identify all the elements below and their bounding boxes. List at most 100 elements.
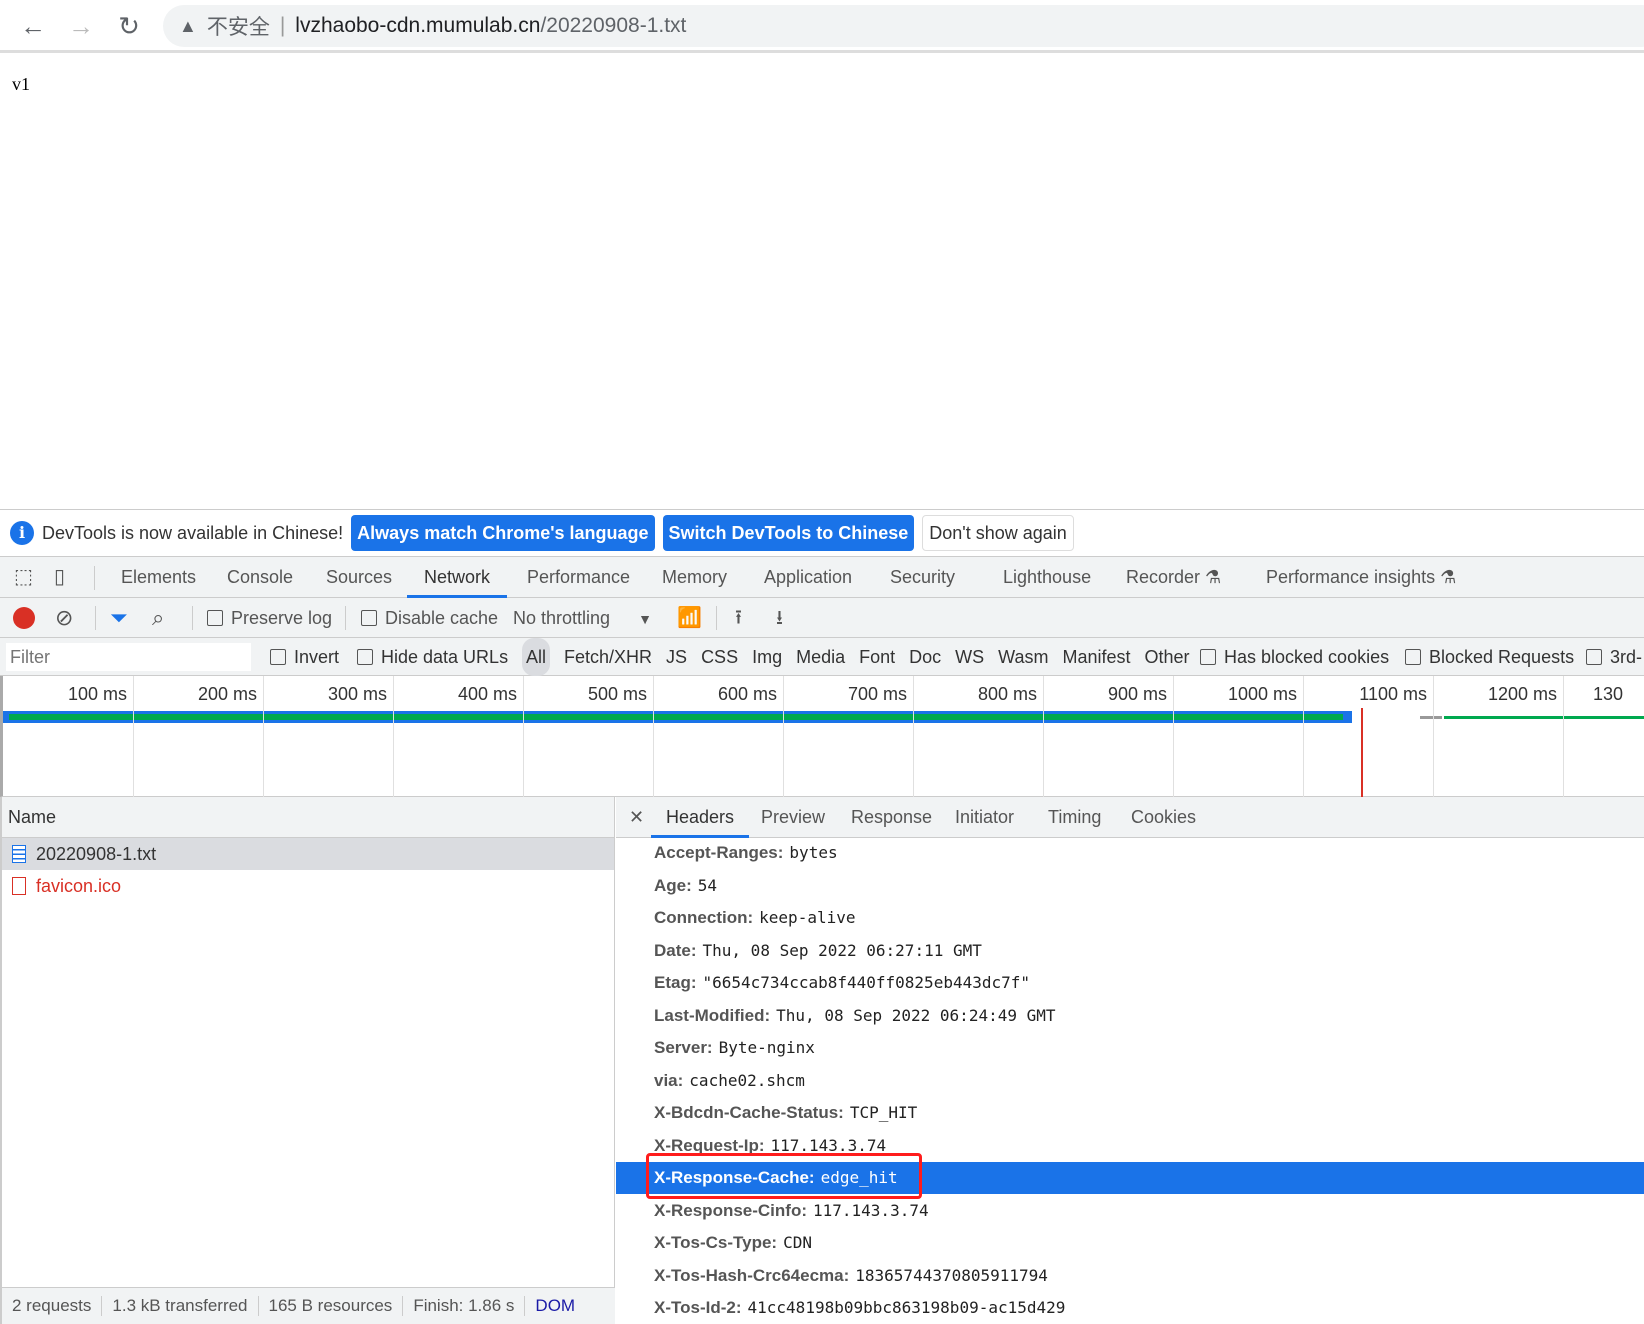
finish-time: Finish: 1.86 s (403, 1296, 526, 1316)
filter-icon[interactable]: ⏷ (110, 598, 128, 638)
type-filter-media[interactable]: Media (796, 638, 845, 676)
response-header-row[interactable]: X-Tos-Hash-Crc64ecma: 1836574437080591179… (616, 1260, 1644, 1292)
header-name: Date: (654, 940, 697, 960)
close-icon[interactable]: ✕ (629, 797, 644, 838)
waterfall-download (9, 714, 1343, 720)
forward-icon[interactable]: → (63, 8, 99, 44)
header-value: 117.143.3.74 (813, 1200, 929, 1220)
type-filter-doc[interactable]: Doc (909, 638, 941, 676)
tab-sources[interactable]: Sources (326, 557, 392, 598)
filter-input[interactable] (6, 643, 251, 671)
header-value: cache02.shcm (689, 1070, 805, 1090)
back-icon[interactable]: ← (15, 8, 51, 44)
response-header-row[interactable]: Age: 54 (616, 870, 1644, 902)
browser-toolbar: ← → ↻ ▲ 不安全 | lvzhaobo-cdn.mumulab.cn/20… (0, 0, 1644, 53)
tab-console[interactable]: Console (227, 557, 293, 598)
url-host: lvzhaobo-cdn.mumulab.cn (295, 14, 541, 37)
tab-security[interactable]: Security (890, 557, 955, 598)
device-toolbar-icon[interactable]: ▯ (54, 557, 65, 598)
inspect-element-icon[interactable]: ⬚ (14, 557, 33, 598)
tab-memory[interactable]: Memory (662, 557, 727, 598)
name-column-header[interactable]: Name (2, 797, 614, 838)
tab-lighthouse[interactable]: Lighthouse (1003, 557, 1091, 598)
tab-recorder[interactable]: Recorder ⚗ (1126, 557, 1221, 598)
record-icon[interactable] (13, 607, 35, 629)
blocked-requests-checkbox[interactable]: Blocked Requests (1405, 638, 1574, 676)
type-filter-wasm[interactable]: Wasm (998, 638, 1048, 676)
divider (716, 606, 717, 630)
tab-application[interactable]: Application (764, 557, 852, 598)
clear-icon[interactable]: ⊘ (55, 598, 73, 638)
header-name: X-Request-Ip: (654, 1135, 765, 1155)
type-filter-other[interactable]: Other (1145, 638, 1190, 676)
type-filter-fetch-xhr[interactable]: Fetch/XHR (564, 638, 652, 676)
export-har-icon[interactable]: ⭳ (776, 598, 783, 638)
page-content: v1 (12, 74, 30, 94)
tab-network[interactable]: Network (407, 557, 508, 598)
network-conditions-icon[interactable]: 📶 (677, 598, 702, 638)
dont-show-again-button[interactable]: Don't show again (922, 515, 1074, 551)
experimental-icon: ⚗ (1200, 567, 1222, 587)
header-name: X-Response-Cinfo: (654, 1200, 807, 1220)
preserve-log-checkbox[interactable]: Preserve log (207, 598, 332, 638)
tab-performance-insights[interactable]: Performance insights ⚗ (1266, 557, 1456, 598)
response-header-row[interactable]: Etag: "6654c734ccab8f440ff0825eb443dc7f" (616, 967, 1644, 999)
response-header-row[interactable]: X-Tos-Id-2: 41cc48198b09bbc863198b09-ac15… (616, 1292, 1644, 1324)
header-name: Age: (654, 875, 692, 895)
switch-to-chinese-button[interactable]: Switch DevTools to Chinese (662, 515, 915, 551)
import-har-icon[interactable]: ⭱ (735, 598, 742, 638)
invert-checkbox[interactable]: Invert (270, 638, 339, 676)
third-party-checkbox[interactable]: 3rd- (1586, 638, 1642, 676)
type-filter-img[interactable]: Img (752, 638, 782, 676)
type-filter-css[interactable]: CSS (701, 638, 738, 676)
tab-timing[interactable]: Timing (1048, 797, 1101, 838)
hide-data-urls-checkbox[interactable]: Hide data URLs (357, 638, 508, 676)
header-value: Byte-nginx (718, 1038, 815, 1057)
response-header-row[interactable]: Connection: keep-alive (616, 902, 1644, 934)
tab-response[interactable]: Response (851, 797, 932, 838)
response-header-row[interactable]: Server: Byte-nginx (616, 1032, 1644, 1064)
type-filter-js[interactable]: JS (666, 638, 687, 676)
response-header-row[interactable]: Last-Modified: Thu, 08 Sep 2022 06:24:49 … (616, 1000, 1644, 1032)
throttling-select[interactable]: No throttling ▼ (513, 598, 652, 638)
tab-headers[interactable]: Headers (651, 797, 750, 838)
type-filter-ws[interactable]: WS (955, 638, 984, 676)
search-icon[interactable]: ⌕ (152, 598, 164, 638)
response-header-row[interactable]: X-Tos-Cs-Type: CDN (616, 1227, 1644, 1259)
network-toolbar: ⊘ ⏷ ⌕ Preserve log Disable cache No thro… (0, 598, 1644, 638)
load-event-line (1361, 708, 1363, 797)
tab-performance[interactable]: Performance (527, 557, 630, 598)
disable-cache-checkbox[interactable]: Disable cache (361, 598, 498, 638)
tab-cookies[interactable]: Cookies (1131, 797, 1196, 838)
address-bar[interactable]: ▲ 不安全 | lvzhaobo-cdn.mumulab.cn/20220908… (163, 5, 1644, 47)
grid-line (523, 676, 524, 797)
tab-initiator[interactable]: Initiator (955, 797, 1014, 838)
request-row[interactable]: 20220908-1.txt (2, 838, 614, 870)
type-filter-manifest[interactable]: Manifest (1063, 638, 1131, 676)
has-blocked-cookies-checkbox[interactable]: Has blocked cookies (1200, 638, 1389, 676)
network-overview-timeline[interactable]: 100 ms 200 ms 300 ms 400 ms 500 ms 600 ms 700 … (0, 676, 1644, 797)
response-header-row[interactable]: via: cache02.shcm (616, 1065, 1644, 1097)
request-list: Name 20220908-1.txt favicon.ico 2 request… (0, 797, 615, 1324)
tab-preview[interactable]: Preview (761, 797, 825, 838)
security-label[interactable]: 不安全 (207, 11, 270, 41)
header-value: bytes (789, 843, 838, 862)
resources-size: 165 B resources (259, 1296, 404, 1316)
reload-icon[interactable]: ↻ (111, 8, 147, 44)
timeline-tick: 200 ms (197, 684, 257, 704)
response-header-row[interactable]: X-Response-Cinfo: 117.143.3.74 (616, 1195, 1644, 1227)
file-error-icon (12, 877, 26, 895)
grid-line (1043, 676, 1044, 797)
response-header-row[interactable]: X-Bdcdn-Cache-Status: TCP_HIT (616, 1097, 1644, 1129)
language-infobar: i DevTools is now available in Chinese! … (0, 509, 1644, 557)
type-filter-font[interactable]: Font (859, 638, 895, 676)
divider (94, 566, 95, 590)
request-row[interactable]: favicon.ico (2, 870, 614, 902)
divider: | (279, 14, 286, 37)
type-filter-all[interactable]: All (522, 638, 551, 676)
response-header-row[interactable]: Accept-Ranges: bytes (616, 837, 1644, 869)
dom-content-loaded: DOM (535, 1296, 576, 1315)
tab-elements[interactable]: Elements (121, 557, 196, 598)
response-header-row[interactable]: Date: Thu, 08 Sep 2022 06:27:11 GMT (616, 935, 1644, 967)
match-language-button[interactable]: Always match Chrome's language (351, 515, 655, 551)
